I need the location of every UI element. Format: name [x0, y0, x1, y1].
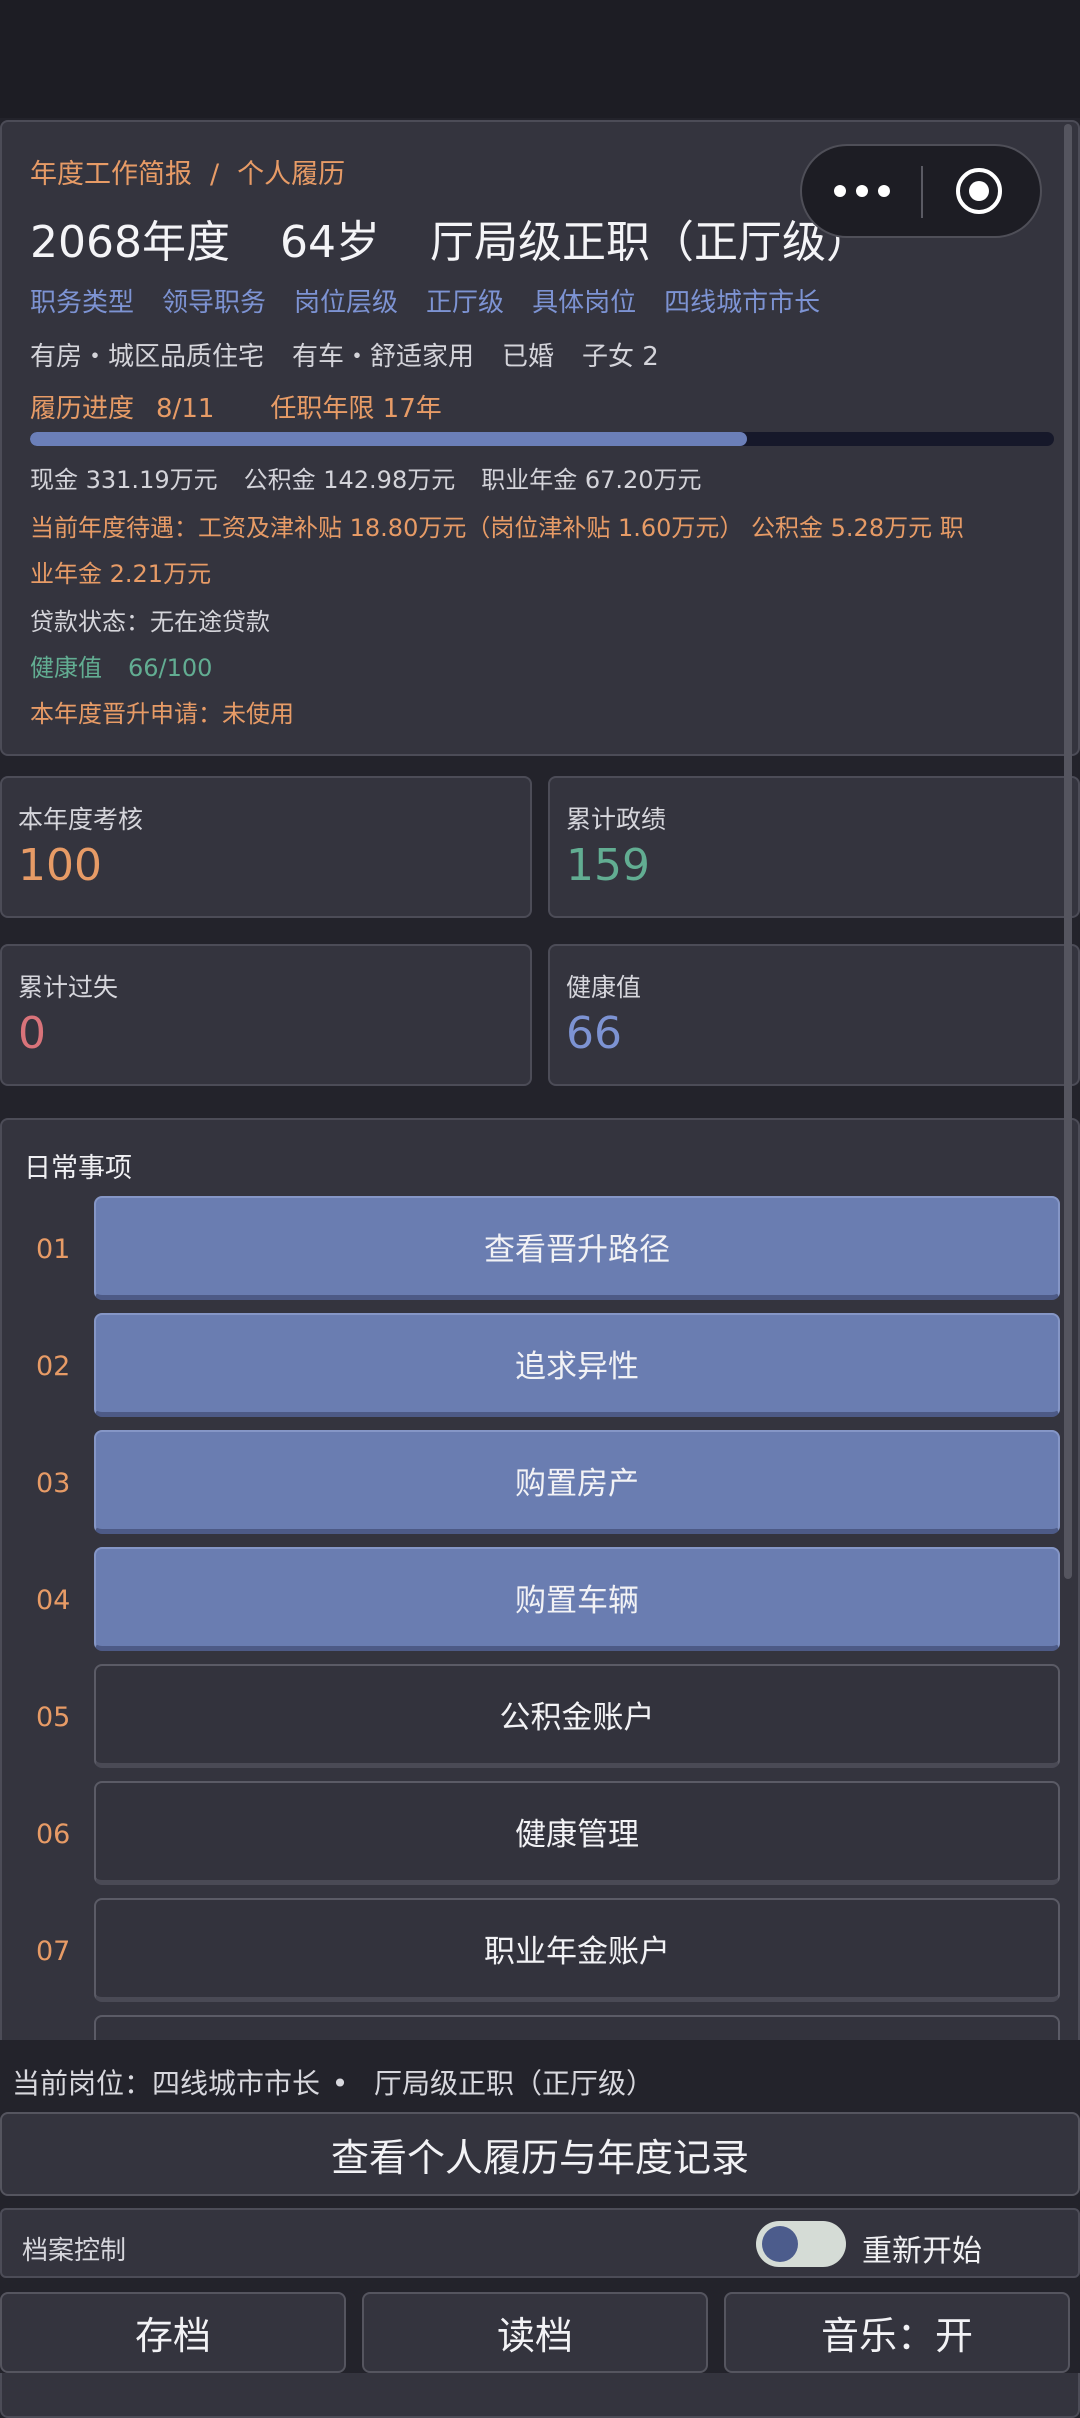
stat-label: 健康值: [566, 973, 642, 1002]
housing-fund-button[interactable]: 公积金账户: [94, 1664, 1060, 1768]
current-rank: 厅局级正职（正厅级）: [374, 2067, 655, 2100]
mini-program-capsule: [800, 144, 1042, 238]
life-status: 有房・城区品质住宅 有车・舒适家用 已婚 子女 2: [30, 336, 659, 373]
item-number: 07: [36, 1936, 71, 1967]
loan-status: 贷款状态：无在途贷款: [30, 608, 270, 636]
status-bar: [0, 0, 1080, 118]
age-text: 64岁: [279, 217, 380, 268]
stat-value: 100: [18, 840, 102, 891]
treatment-line-2: 业年金 2.21万元: [30, 560, 212, 588]
save-button[interactable]: 存档: [0, 2292, 346, 2373]
stat-card-assessment: 本年度考核 100: [0, 776, 532, 918]
asset-item: 职业年金 67.20万元: [481, 466, 702, 494]
stat-value: 66: [566, 1008, 622, 1059]
item-number: 02: [36, 1351, 71, 1382]
assets: 现金 331.19万元 公积金 142.98万元 职业年金 67.20万元: [30, 460, 702, 495]
item-number: 01: [36, 1234, 71, 1265]
tenure-text: 任职年限 17年: [270, 394, 442, 424]
job-meta-item: 岗位层级: [294, 288, 399, 318]
dot-separator: •: [331, 2067, 349, 2100]
asset-item: 现金 331.19万元: [30, 466, 218, 494]
life-item: 有车・舒适家用: [292, 342, 475, 372]
stat-label: 本年度考核: [18, 805, 144, 834]
job-meta: 职务类型 领导职务 岗位层级 正厅级 具体岗位 四线城市市长: [30, 282, 820, 319]
pursue-partner-button[interactable]: 追求异性: [94, 1313, 1060, 1417]
close-target-icon[interactable]: [956, 168, 1002, 214]
section-title: 日常事项: [24, 1153, 132, 1184]
job-meta-item: 职务类型: [30, 288, 135, 318]
progress-value: 8/11: [156, 394, 215, 424]
toggle-knob: [762, 2226, 798, 2262]
progress-label: 履历进度: [30, 394, 135, 424]
more-icon[interactable]: [834, 176, 894, 206]
progress-bar-fill: [30, 432, 747, 446]
job-meta-item: 具体岗位: [532, 288, 637, 318]
progress-bar: [30, 432, 1054, 446]
promotion-status: 本年度晋升申请：未使用: [30, 700, 294, 728]
rank-text: 厅局级正职（正厅级）: [429, 217, 870, 268]
archive-control-label: 档案控制: [22, 2236, 127, 2266]
breadcrumb-separator: /: [210, 159, 220, 190]
stat-card-faults: 累计过失 0: [0, 944, 532, 1086]
breadcrumb-item[interactable]: 年度工作简报: [30, 159, 192, 190]
life-item: 已婚: [502, 342, 555, 372]
item-number: 04: [36, 1585, 71, 1616]
health-label: 健康值: [30, 654, 102, 682]
view-promotion-path-button[interactable]: 查看晋升路径: [94, 1196, 1060, 1300]
page-title: 2068年度 64岁 厅局级正职（正厅级）: [30, 206, 870, 270]
music-toggle-button[interactable]: 音乐：开: [724, 2292, 1070, 2373]
item-number: 03: [36, 1468, 71, 1499]
treatment-line-1: 当前年度待遇：工资及津补贴 18.80万元（岗位津补贴 1.60万元） 公积金 …: [30, 514, 964, 542]
stat-card-health: 健康值 66: [548, 944, 1080, 1086]
progress-info: 履历进度 8/11 任职年限 17年: [30, 388, 442, 425]
stat-label: 累计过失: [18, 973, 119, 1002]
life-item: 有房・城区品质住宅: [30, 342, 265, 372]
occupational-annuity-button[interactable]: 职业年金账户: [94, 1898, 1060, 2002]
year-text: 2068年度: [30, 217, 230, 268]
job-meta-item: 四线城市市长: [664, 288, 821, 318]
current-post-bar: 当前岗位：四线城市市长 • 厅局级正职（正厅级）: [12, 2062, 654, 2102]
health-management-button[interactable]: 健康管理: [94, 1781, 1060, 1885]
breadcrumb: 年度工作简报 / 个人履历: [30, 152, 345, 191]
load-button[interactable]: 读档: [362, 2292, 708, 2373]
job-meta-item: 领导职务: [162, 288, 267, 318]
buy-property-button[interactable]: 购置房产: [94, 1430, 1060, 1534]
buy-vehicle-button[interactable]: 购置车辆: [94, 1547, 1060, 1651]
health-info: 健康值 66/100: [30, 648, 212, 683]
stat-value: 159: [566, 840, 650, 891]
current-post: 当前岗位：四线城市市长: [12, 2067, 321, 2100]
job-meta-item: 正厅级: [426, 288, 505, 318]
stat-card-achievements: 累计政绩 159: [548, 776, 1080, 918]
item-number: 06: [36, 1819, 71, 1850]
stat-label: 累计政绩: [566, 805, 667, 834]
view-record-button[interactable]: 查看个人履历与年度记录: [0, 2112, 1080, 2196]
health-value: 66/100: [128, 654, 213, 682]
restart-label: 重新开始: [862, 2234, 982, 2269]
breadcrumb-item[interactable]: 个人履历: [237, 159, 345, 190]
restart-toggle[interactable]: [756, 2221, 846, 2267]
item-number: 05: [36, 1702, 71, 1733]
life-item: 子女 2: [582, 342, 659, 372]
capsule-divider: [921, 166, 923, 218]
scrollbar[interactable]: [1064, 124, 1072, 1579]
asset-item: 公积金 142.98万元: [243, 466, 456, 494]
stat-value: 0: [18, 1008, 46, 1059]
